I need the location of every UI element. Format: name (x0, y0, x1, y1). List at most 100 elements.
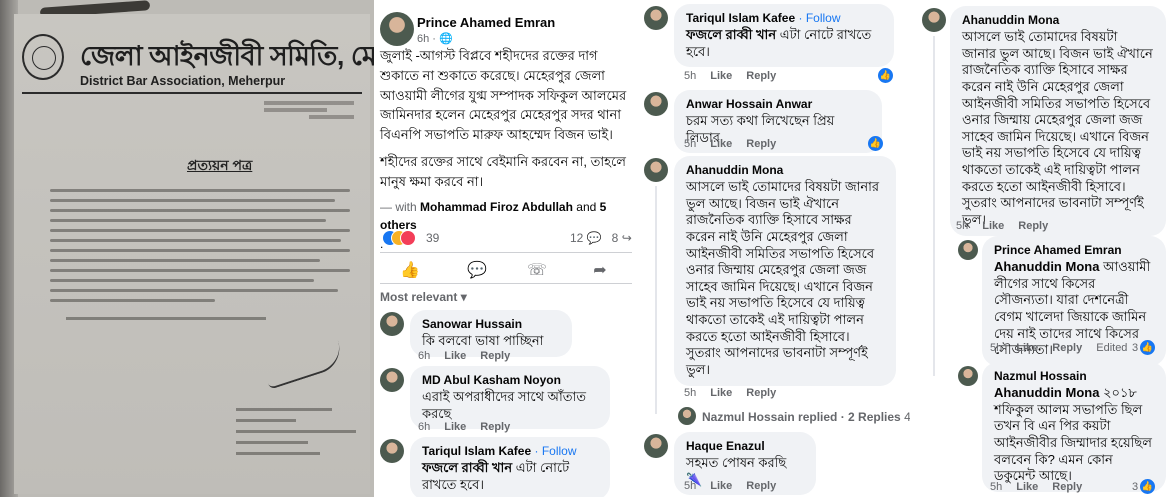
commenter-name[interactable]: Nazmul Hossain (994, 369, 1154, 383)
commenter-avatar[interactable] (644, 158, 668, 182)
commenter-avatar[interactable] (380, 312, 404, 336)
tagged-person-link[interactable]: Mohammad Firoz Abdullah (420, 200, 573, 214)
commenter-avatar[interactable] (644, 6, 668, 30)
share-button[interactable]: ➦ (590, 260, 610, 280)
comment-sort-dropdown[interactable]: Most relevant ▾ (380, 290, 467, 304)
commenter-avatar[interactable] (644, 92, 668, 116)
comment-actions: 6h Like Reply (418, 350, 511, 362)
commenter-avatar[interactable] (922, 8, 946, 32)
reply-link[interactable]: Reply (746, 70, 776, 82)
post-time[interactable]: 6h · 🌐 (417, 32, 453, 45)
whatsapp-button[interactable]: ☏ (527, 260, 547, 280)
commenter-name[interactable]: Haque Enazul (686, 439, 804, 453)
commenter-name[interactable]: MD Abul Kasham Noyon (422, 373, 598, 387)
reaction-icons[interactable] (382, 230, 422, 248)
chevron-down-icon: ▾ (460, 290, 467, 304)
comment-actions: 5h Like Reply Edited (990, 342, 1128, 354)
letter-body (50, 182, 350, 309)
like-link[interactable]: Like (1016, 481, 1038, 493)
comment-text: কি বলবো ভাষা পাচ্ছিনা (422, 333, 544, 348)
comment-bubble: Ahanuddin Mona আসলে ভাই তোমাদের বিষয়টা … (674, 156, 896, 386)
letterhead-rule (22, 92, 362, 94)
comment-text: এরাই অপরাধীদের সাথে আঁতাত করছে (422, 389, 587, 421)
like-button[interactable]: 👍 (400, 260, 420, 280)
letter-closing (66, 317, 266, 320)
like-link[interactable]: Like (444, 421, 466, 433)
signature-block (236, 400, 356, 463)
mention-link[interactable]: Ahanuddin Mona (994, 385, 1099, 400)
reply-link[interactable]: Reply (746, 138, 776, 150)
letterhead-en: District Bar Association, Meherpur (80, 74, 286, 88)
like-link[interactable]: Like (710, 138, 732, 150)
replier-avatar[interactable] (678, 407, 696, 425)
divider (380, 283, 632, 284)
share-icon: ↪ (621, 231, 632, 245)
commenter-avatar[interactable] (958, 240, 978, 260)
post-paragraph: জুলাই -আগস্ট বিপ্লবে শহীদদের রক্তের দাগ … (380, 48, 627, 142)
commenter-avatar[interactable] (644, 434, 668, 458)
comment-actions: 5h Like Reply (684, 387, 777, 399)
like-reaction-icon[interactable]: 👍 (878, 68, 893, 83)
like-link[interactable]: Like (710, 387, 732, 399)
edited-label: Edited (1096, 342, 1128, 354)
commenter-avatar[interactable] (380, 368, 404, 392)
commenter-name[interactable]: Anwar Hossain Anwar (686, 97, 870, 111)
reply-link[interactable]: Reply (746, 480, 776, 492)
bar-association-seal (22, 34, 64, 80)
post-author[interactable]: Prince Ahamed Emran (417, 15, 555, 30)
haha-reaction-icon (400, 230, 416, 246)
facebook-post: Prince Ahamed Emran 6h · 🌐 জুলাই -আগস্ট … (374, 0, 638, 497)
reply-bubble: Nazmul Hossain Ahanuddin Mona ২০১৮ শফিকু… (982, 362, 1166, 492)
post-body: জুলাই -আগস্ট বিপ্লবে শহীদদের রক্তের দাগ … (380, 46, 632, 253)
reply-link[interactable]: Reply (746, 387, 776, 399)
letter-photo[interactable]: জেলা আইনজীবী সমিতি, মেহেরপুর District Ba… (0, 0, 374, 497)
like-link[interactable]: Like (982, 220, 1004, 232)
comment-bubble: Ahanuddin Mona আসলে ভাই তোমাদের বিষয়টা … (950, 6, 1166, 236)
commenter-avatar[interactable] (380, 439, 404, 463)
reaction-count[interactable]: 39 (426, 231, 439, 245)
like-link[interactable]: Like (1016, 342, 1038, 354)
follow-link[interactable]: · Follow (799, 11, 841, 25)
reply-link[interactable]: Reply (480, 421, 510, 433)
reply-thread-line (655, 186, 657, 414)
comment-text: ফজলে রাব্বী খান এটা নোটে রাখতে হবে। (422, 460, 570, 492)
commenter-name[interactable]: Prince Ahamed Emran (994, 243, 1154, 257)
comment-actions: 5h Like Reply (684, 480, 777, 492)
comment-actions: 6h Like Reply (418, 421, 511, 433)
reply-link[interactable]: Reply (1052, 481, 1082, 493)
comment-text: আসলে ভাই তোমাদের বিষয়টা জানার ভুল আছে। … (962, 29, 1153, 227)
like-link[interactable]: Like (710, 480, 732, 492)
commenter-name[interactable]: Ahanuddin Mona (686, 163, 884, 177)
letter-title: প্রত্যয়ন পত্র (187, 157, 253, 173)
comment-icon: 💬 (586, 231, 602, 245)
author-avatar[interactable] (380, 12, 414, 46)
reply-thread-line (933, 36, 935, 376)
like-reaction-icon[interactable]: 👍 (1140, 340, 1155, 355)
reply-link[interactable]: Reply (480, 350, 510, 362)
divider (380, 252, 632, 253)
commenter-name: Tariqul Islam Kafee · Follow (422, 444, 577, 458)
globe-icon: 🌐 (439, 33, 453, 45)
commenter-name[interactable]: Ahanuddin Mona (962, 13, 1154, 27)
follow-link[interactable]: · Follow (535, 444, 577, 458)
mention-link[interactable]: Ahanuddin Mona (994, 259, 1099, 274)
comment-bubble: MD Abul Kasham Noyon এরাই অপরাধীদের সাথে… (410, 366, 610, 430)
like-link[interactable]: Like (710, 70, 732, 82)
commenter-avatar[interactable] (958, 366, 978, 386)
view-replies-link[interactable]: Nazmul Hossain replied · 2 Replies 4h (702, 410, 910, 424)
post-paragraph: শহীদের রক্তের সাথে বেইমানি করবেন না, তাহ… (380, 153, 626, 189)
like-reaction-icon[interactable]: 👍 (1140, 479, 1155, 494)
reply-link[interactable]: Reply (1052, 342, 1082, 354)
comment-actions: 5h Like Reply (990, 481, 1083, 493)
reply-link[interactable]: Reply (1018, 220, 1048, 232)
mention-link[interactable]: ফজলে রাব্বী খান (422, 460, 512, 475)
like-reaction-icon[interactable]: 👍 (868, 136, 883, 151)
commenter-name[interactable]: Sanowar Hussain (422, 317, 560, 331)
comment-text: Ahanuddin Mona ২০১৮ শফিকুল আলম সভাপতি ছি… (994, 385, 1152, 484)
mention-link[interactable]: ফজলে রাব্বী খান (686, 27, 776, 42)
comment-actions: 5h Like Reply (684, 138, 777, 150)
like-link[interactable]: Like (444, 350, 466, 362)
comment-share-counts[interactable]: 12 💬 8 ↪ (570, 231, 632, 245)
commenter-name: Tariqul Islam Kafee · Follow (686, 11, 841, 25)
comment-button[interactable]: 💬 (467, 260, 487, 280)
